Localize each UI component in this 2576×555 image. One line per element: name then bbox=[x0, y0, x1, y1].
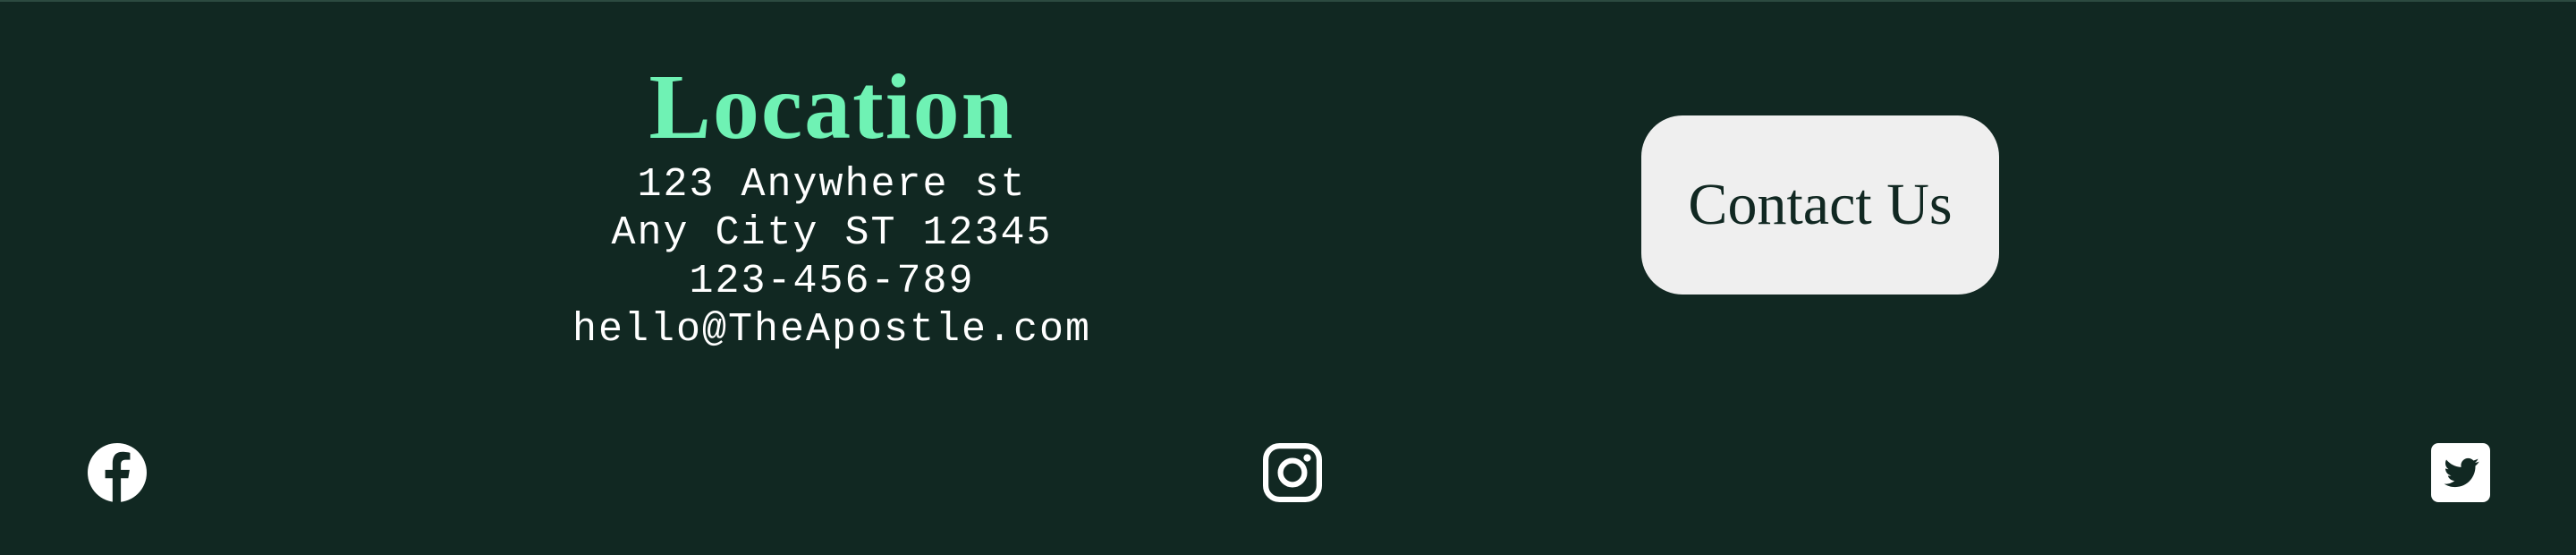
location-heading: Location bbox=[648, 56, 1015, 158]
instagram-link[interactable] bbox=[1263, 443, 1322, 502]
facebook-icon bbox=[88, 443, 147, 502]
location-section: Location 123 Anywhere st Any City ST 123… bbox=[429, 54, 1234, 354]
twitter-icon bbox=[2431, 443, 2490, 502]
twitter-link[interactable] bbox=[2431, 443, 2490, 502]
contact-us-button[interactable]: Contact Us bbox=[1641, 115, 1999, 295]
email-address[interactable]: hello@TheApostle.com bbox=[429, 306, 1234, 354]
address-street: 123 Anywhere st bbox=[637, 162, 1027, 208]
facebook-link[interactable] bbox=[88, 443, 147, 502]
top-divider bbox=[0, 0, 2576, 2]
phone-number: 123-456-789 bbox=[689, 259, 975, 304]
address-city: Any City ST 12345 bbox=[611, 210, 1053, 256]
instagram-icon bbox=[1263, 443, 1322, 502]
